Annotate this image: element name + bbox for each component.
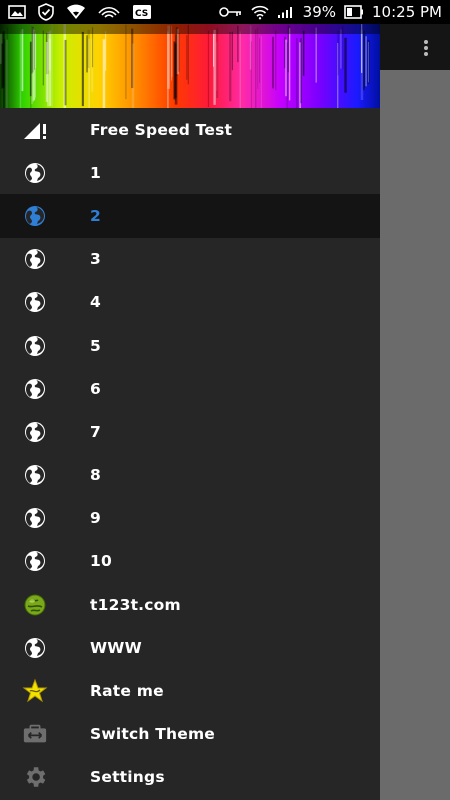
globe-icon xyxy=(22,419,48,445)
drawer-menu: Free Speed Test 1 2 3 4 5 6 7 8 9 10 t123t.com WWW Ra… xyxy=(0,108,380,799)
drawer-item-label: 5 xyxy=(90,336,101,355)
drawer-item-label: Switch Theme xyxy=(90,725,216,744)
status-bar: CS 39% 10:25 PM xyxy=(0,0,450,24)
star-icon xyxy=(22,678,48,704)
image-icon xyxy=(8,5,26,19)
caption-icon: CS xyxy=(132,4,152,20)
drawer-item-label: 2 xyxy=(90,206,101,225)
drawer-item-4[interactable]: 4 xyxy=(0,281,380,324)
app-toolbar xyxy=(380,24,450,70)
drawer-item-label: 4 xyxy=(90,293,101,312)
drawer-scrim[interactable] xyxy=(380,70,450,800)
drawer-item-rate-me[interactable]: Rate me xyxy=(0,669,380,712)
svg-text:CS: CS xyxy=(135,9,148,19)
drawer-item-label: 8 xyxy=(90,466,101,485)
globe-icon xyxy=(22,505,48,531)
drawer-item-label: Settings xyxy=(90,768,165,787)
signal-alert-icon xyxy=(22,117,48,143)
drawer-item-t123t-com[interactable]: t123t.com xyxy=(0,583,380,626)
green-globe-icon xyxy=(22,592,48,618)
drawer-item-label: 10 xyxy=(90,552,112,571)
drawer-item-label: Free Speed Test xyxy=(90,120,233,139)
globe-icon xyxy=(22,635,48,661)
drawer-item-switch-theme[interactable]: Switch Theme xyxy=(0,713,380,756)
drawer-header-image xyxy=(0,24,380,108)
battery-icon xyxy=(344,5,364,19)
drawer-item-6[interactable]: 6 xyxy=(0,367,380,410)
drawer-item-8[interactable]: 8 xyxy=(0,454,380,497)
drawer-item-label: 6 xyxy=(90,379,101,398)
overflow-menu-icon[interactable] xyxy=(424,40,428,56)
cell-signal-icon xyxy=(277,5,295,19)
drawer-item-free-speed-test[interactable]: Free Speed Test xyxy=(0,108,380,151)
drawer-item-3[interactable]: 3 xyxy=(0,238,380,281)
drawer-item-10[interactable]: 10 xyxy=(0,540,380,583)
battery-percent: 39% xyxy=(302,3,337,21)
drawer-item-label: Rate me xyxy=(90,682,164,701)
drawer-item-www[interactable]: WWW xyxy=(0,626,380,669)
globe-icon xyxy=(22,376,48,402)
drawer-item-label: 1 xyxy=(90,163,101,182)
drawer-item-7[interactable]: 7 xyxy=(0,410,380,453)
drawer-item-2[interactable]: 2 xyxy=(0,194,380,238)
navigation-drawer: Free Speed Test 1 2 3 4 5 6 7 8 9 10 t123t.com WWW Ra… xyxy=(0,24,380,800)
globe-icon xyxy=(22,333,48,359)
globe-icon xyxy=(22,160,48,186)
wifi-signal-icon xyxy=(98,5,120,19)
wifi-icon xyxy=(251,4,269,20)
drawer-item-label: 7 xyxy=(90,422,101,441)
clock: 10:25 PM xyxy=(372,3,442,21)
wifi-heart-icon xyxy=(66,4,86,20)
gear-icon xyxy=(22,764,48,790)
drawer-item-1[interactable]: 1 xyxy=(0,151,380,194)
globe-icon xyxy=(22,289,48,315)
drawer-item-label: WWW xyxy=(90,638,142,657)
switch-theme-icon xyxy=(22,721,48,747)
globe-icon xyxy=(22,203,48,229)
drawer-item-5[interactable]: 5 xyxy=(0,324,380,367)
drawer-item-9[interactable]: 9 xyxy=(0,497,380,540)
key-icon xyxy=(218,6,243,18)
shield-check-icon xyxy=(38,3,54,21)
globe-icon xyxy=(22,246,48,272)
drawer-item-label: 3 xyxy=(90,250,101,269)
globe-icon xyxy=(22,548,48,574)
drawer-item-settings[interactable]: Settings xyxy=(0,756,380,799)
drawer-item-label: t123t.com xyxy=(90,595,181,614)
globe-icon xyxy=(22,462,48,488)
drawer-item-label: 9 xyxy=(90,509,101,528)
